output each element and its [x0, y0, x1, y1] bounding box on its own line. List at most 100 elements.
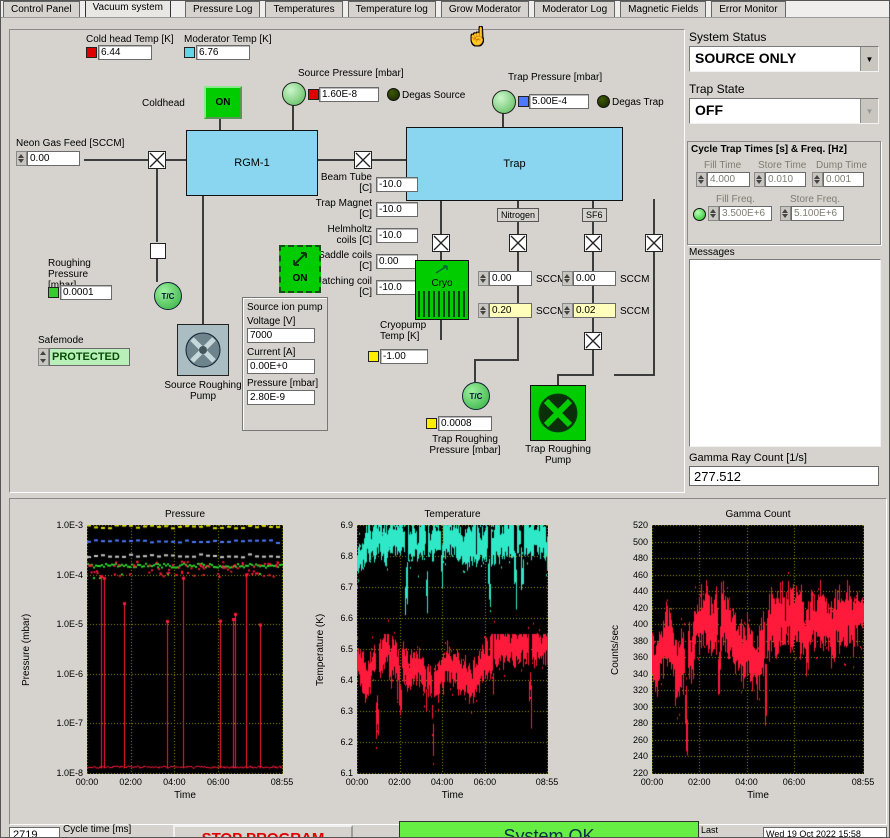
- trap-pressure-label: Trap Pressure [mbar]: [508, 72, 603, 83]
- cold-head-temp-value: 6.44: [98, 45, 152, 60]
- sf6-tag[interactable]: SF6: [582, 208, 607, 222]
- trap-pressure-value: 5.00E-4: [529, 94, 589, 109]
- trap-roughing-pressure-value: 0.0008: [438, 416, 492, 431]
- safemode-control[interactable]: PROTECTED: [38, 348, 130, 366]
- store-freq-value[interactable]: 5.100E+6: [791, 206, 844, 221]
- spinner-icon[interactable]: [562, 271, 573, 286]
- valve-icon[interactable]: [509, 234, 527, 252]
- trap-magnet-label: Trap Magnet [C]: [315, 198, 372, 220]
- source-roughing-pump-icon[interactable]: [177, 324, 229, 376]
- spinner-icon[interactable]: [696, 172, 707, 187]
- ion-pump-current-label: Current [A]: [247, 347, 296, 358]
- spinner-icon[interactable]: [754, 172, 765, 187]
- flow-value-1[interactable]: 0.00: [489, 271, 532, 286]
- fill-freq-led: [693, 208, 706, 221]
- flow-value-4[interactable]: 0.02: [573, 303, 616, 318]
- store-freq-control[interactable]: 5.100E+6: [780, 206, 844, 221]
- valve-icon[interactable]: [148, 151, 166, 169]
- spinner-icon[interactable]: [780, 206, 791, 221]
- dump-time-value[interactable]: 0.001: [823, 172, 864, 187]
- messages-box: [689, 259, 881, 447]
- tab-temperatures[interactable]: Temperatures: [265, 1, 343, 17]
- x-axis-label: Time: [747, 790, 769, 801]
- ion-pump-voltage-label: Voltage [V]: [247, 316, 296, 327]
- diagonal-arrows-icon: [293, 252, 307, 266]
- messages-label: Messages: [689, 247, 735, 258]
- thermocouple-icon[interactable]: T/C: [462, 382, 490, 410]
- matching-value: -10.0: [376, 280, 418, 295]
- fill-time-label: Fill Time: [704, 160, 742, 171]
- tab-temperature-log[interactable]: Temperature log: [347, 1, 436, 17]
- tab-bar: Control Panel Vacuum system Pressure Log Te…: [1, 1, 889, 18]
- degas-source-led[interactable]: [387, 88, 400, 101]
- valve-icon[interactable]: [432, 234, 450, 252]
- store-time-control[interactable]: 0.010: [754, 172, 806, 187]
- tab-moderator-log[interactable]: Moderator Log: [534, 1, 616, 17]
- spinner-icon[interactable]: [478, 303, 489, 318]
- spinner-icon[interactable]: [708, 206, 719, 221]
- neon-feed-control[interactable]: 0.00: [16, 151, 80, 166]
- system-status-dropdown[interactable]: SOURCE ONLY ▼: [689, 46, 879, 72]
- valve-icon[interactable]: [354, 151, 372, 169]
- valve-icon[interactable]: [584, 332, 602, 350]
- tab-error-monitor[interactable]: Error Monitor: [711, 1, 786, 17]
- chevron-down-icon[interactable]: ▼: [860, 99, 878, 123]
- last-moderator-label: Last moderator grown: [701, 825, 742, 837]
- flow-value-3[interactable]: 0.20: [489, 303, 532, 318]
- beam-tube-label: Beam Tube [C]: [320, 172, 372, 194]
- y-tick-label: 260: [632, 734, 648, 745]
- cryo-pump[interactable]: Cryo: [415, 260, 469, 320]
- coldhead-on-button[interactable]: ON: [204, 86, 242, 119]
- cold-head-temp-label: Cold head Temp [K]: [86, 34, 174, 45]
- spinner-icon[interactable]: [16, 151, 27, 166]
- fill-freq-control[interactable]: 3.500E+6: [708, 206, 772, 221]
- valve-icon[interactable]: [584, 234, 602, 252]
- valve-closed-icon[interactable]: [150, 243, 166, 259]
- trap-state-value: OFF: [695, 102, 723, 118]
- chevron-down-icon[interactable]: ▼: [860, 47, 878, 71]
- flow-control-4[interactable]: 0.02: [562, 303, 616, 318]
- y-tick-label: 320: [632, 685, 648, 696]
- last-moderator-value: Wed 19 Oct 2022 15:58: [763, 827, 887, 837]
- trap-pump-label: Trap Roughing Pump: [525, 444, 591, 466]
- saddle-value: 0.00: [376, 254, 418, 269]
- thermocouple-icon[interactable]: T/C: [154, 282, 182, 310]
- tab-magnetic-fields[interactable]: Magnetic Fields: [620, 1, 707, 17]
- trap-roughing-pump-icon[interactable]: [530, 385, 586, 441]
- y-tick-label: 520: [632, 520, 648, 530]
- stop-program-button[interactable]: STOP PROGRAM: [173, 825, 353, 837]
- charts-panel: Pressure Pressure (mbar) Time 1.0E-3 1.0E…: [9, 498, 887, 825]
- tab-pressure-log[interactable]: Pressure Log: [184, 1, 261, 17]
- spinner-icon[interactable]: [478, 271, 489, 286]
- fill-freq-value[interactable]: 3.500E+6: [719, 206, 772, 221]
- source-pump-label: Source Roughing Pump: [164, 380, 242, 402]
- flow-control-3[interactable]: 0.20: [478, 303, 532, 318]
- tab-vacuum-system[interactable]: Vacuum system: [84, 1, 171, 17]
- cryopump-temp-chip: [368, 351, 379, 362]
- dump-time-control[interactable]: 0.001: [812, 172, 864, 187]
- cryo-label: Cryo: [431, 278, 453, 289]
- sccm-unit-label: SCCM: [620, 306, 650, 317]
- spinner-icon[interactable]: [562, 303, 573, 318]
- chart-title: Gamma Count: [725, 509, 791, 520]
- tab-control-panel[interactable]: Control Panel: [3, 1, 80, 17]
- helmholtz-value: -10.0: [376, 228, 418, 243]
- ion-pump-switch[interactable]: ON: [279, 245, 321, 293]
- spinner-icon[interactable]: [38, 348, 49, 366]
- cryo-grill-icon: [418, 291, 466, 317]
- safemode-state[interactable]: PROTECTED: [49, 348, 130, 366]
- flow-control-2[interactable]: 0.00: [562, 271, 616, 286]
- fill-time-control[interactable]: 4.000: [696, 172, 750, 187]
- valve-icon[interactable]: [645, 234, 663, 252]
- spinner-icon[interactable]: [812, 172, 823, 187]
- flow-value-2[interactable]: 0.00: [573, 271, 616, 286]
- store-time-value[interactable]: 0.010: [765, 172, 806, 187]
- degas-trap-led[interactable]: [597, 95, 610, 108]
- neon-feed-value[interactable]: 0.00: [27, 151, 80, 166]
- flow-control-1[interactable]: 0.00: [478, 271, 532, 286]
- tab-grow-moderator[interactable]: Grow Moderator: [440, 1, 530, 17]
- trap-state-dropdown[interactable]: OFF ▼: [689, 98, 879, 124]
- nitrogen-tag[interactable]: Nitrogen: [497, 208, 540, 222]
- cycle-trap-groupbox: Cycle Trap Times [s] & Freq. [Hz] Fill T…: [687, 141, 881, 245]
- fill-time-value[interactable]: 4.000: [707, 172, 750, 187]
